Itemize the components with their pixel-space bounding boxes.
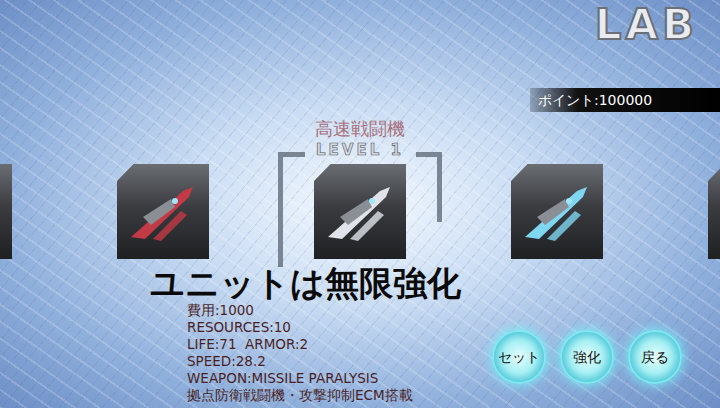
unit-title: 高速戦闘機LEVEL 1 — [0, 118, 720, 162]
ship-icon — [714, 177, 720, 247]
unit-name: 高速戦闘機 — [315, 118, 405, 140]
ship-icon — [517, 177, 597, 247]
unit-stats: 費用:1000RESOURCES:10LIFE:71 ARMOR:2SPEED:… — [187, 302, 413, 404]
unit-tile[interactable] — [314, 164, 406, 259]
unit-level: LEVEL 1 — [316, 140, 404, 160]
unit-card[interactable] — [511, 164, 603, 259]
ship-icon — [320, 177, 400, 247]
unit-card[interactable] — [708, 164, 720, 259]
points-display: ポイント:100000 — [530, 88, 720, 112]
caption: ユニットは無限強化 — [150, 264, 720, 302]
selection-frame — [278, 152, 442, 267]
unit-tile[interactable] — [511, 164, 603, 259]
stat-line: SPEED:28.2 — [187, 353, 413, 370]
stat-line: WEAPON:MISSILE PARALYSIS — [187, 370, 413, 387]
points-row: ポイント:100000 — [0, 88, 720, 112]
unit-card[interactable] — [117, 164, 209, 259]
unit-card[interactable] — [0, 164, 12, 259]
stat-line: LIFE:71 ARMOR:2 — [187, 336, 413, 353]
ship-icon — [0, 177, 6, 247]
unit-tile[interactable] — [708, 164, 720, 259]
bottom-area: 費用:1000RESOURCES:10LIFE:71 ARMOR:2SPEED:… — [0, 302, 720, 404]
stat-line: RESOURCES:10 — [187, 319, 413, 336]
caption-row: ユニットは無限強化 — [0, 264, 720, 302]
lab-screen: LAB ポイント:100000 高速戦闘機LEVEL 1 ユニットは無限強化費用:10… — [0, 0, 720, 408]
stat-line: 費用:1000 — [187, 302, 413, 319]
upgrade-button[interactable]: 強化 — [560, 330, 614, 384]
action-buttons: セット強化戻る — [492, 330, 682, 404]
unit-carousel — [0, 164, 720, 259]
stat-line: 拠点防衛戦闘機・攻撃抑制ECM搭載 — [187, 387, 413, 404]
lab-logo: LAB — [595, 0, 698, 50]
unit-card[interactable] — [314, 164, 406, 259]
ship-icon — [123, 177, 203, 247]
unit-tile[interactable] — [117, 164, 209, 259]
set-button[interactable]: セット — [492, 330, 546, 384]
logo-row: LAB — [0, 0, 720, 50]
unit-tile[interactable] — [0, 164, 12, 259]
back-button[interactable]: 戻る — [628, 330, 682, 384]
